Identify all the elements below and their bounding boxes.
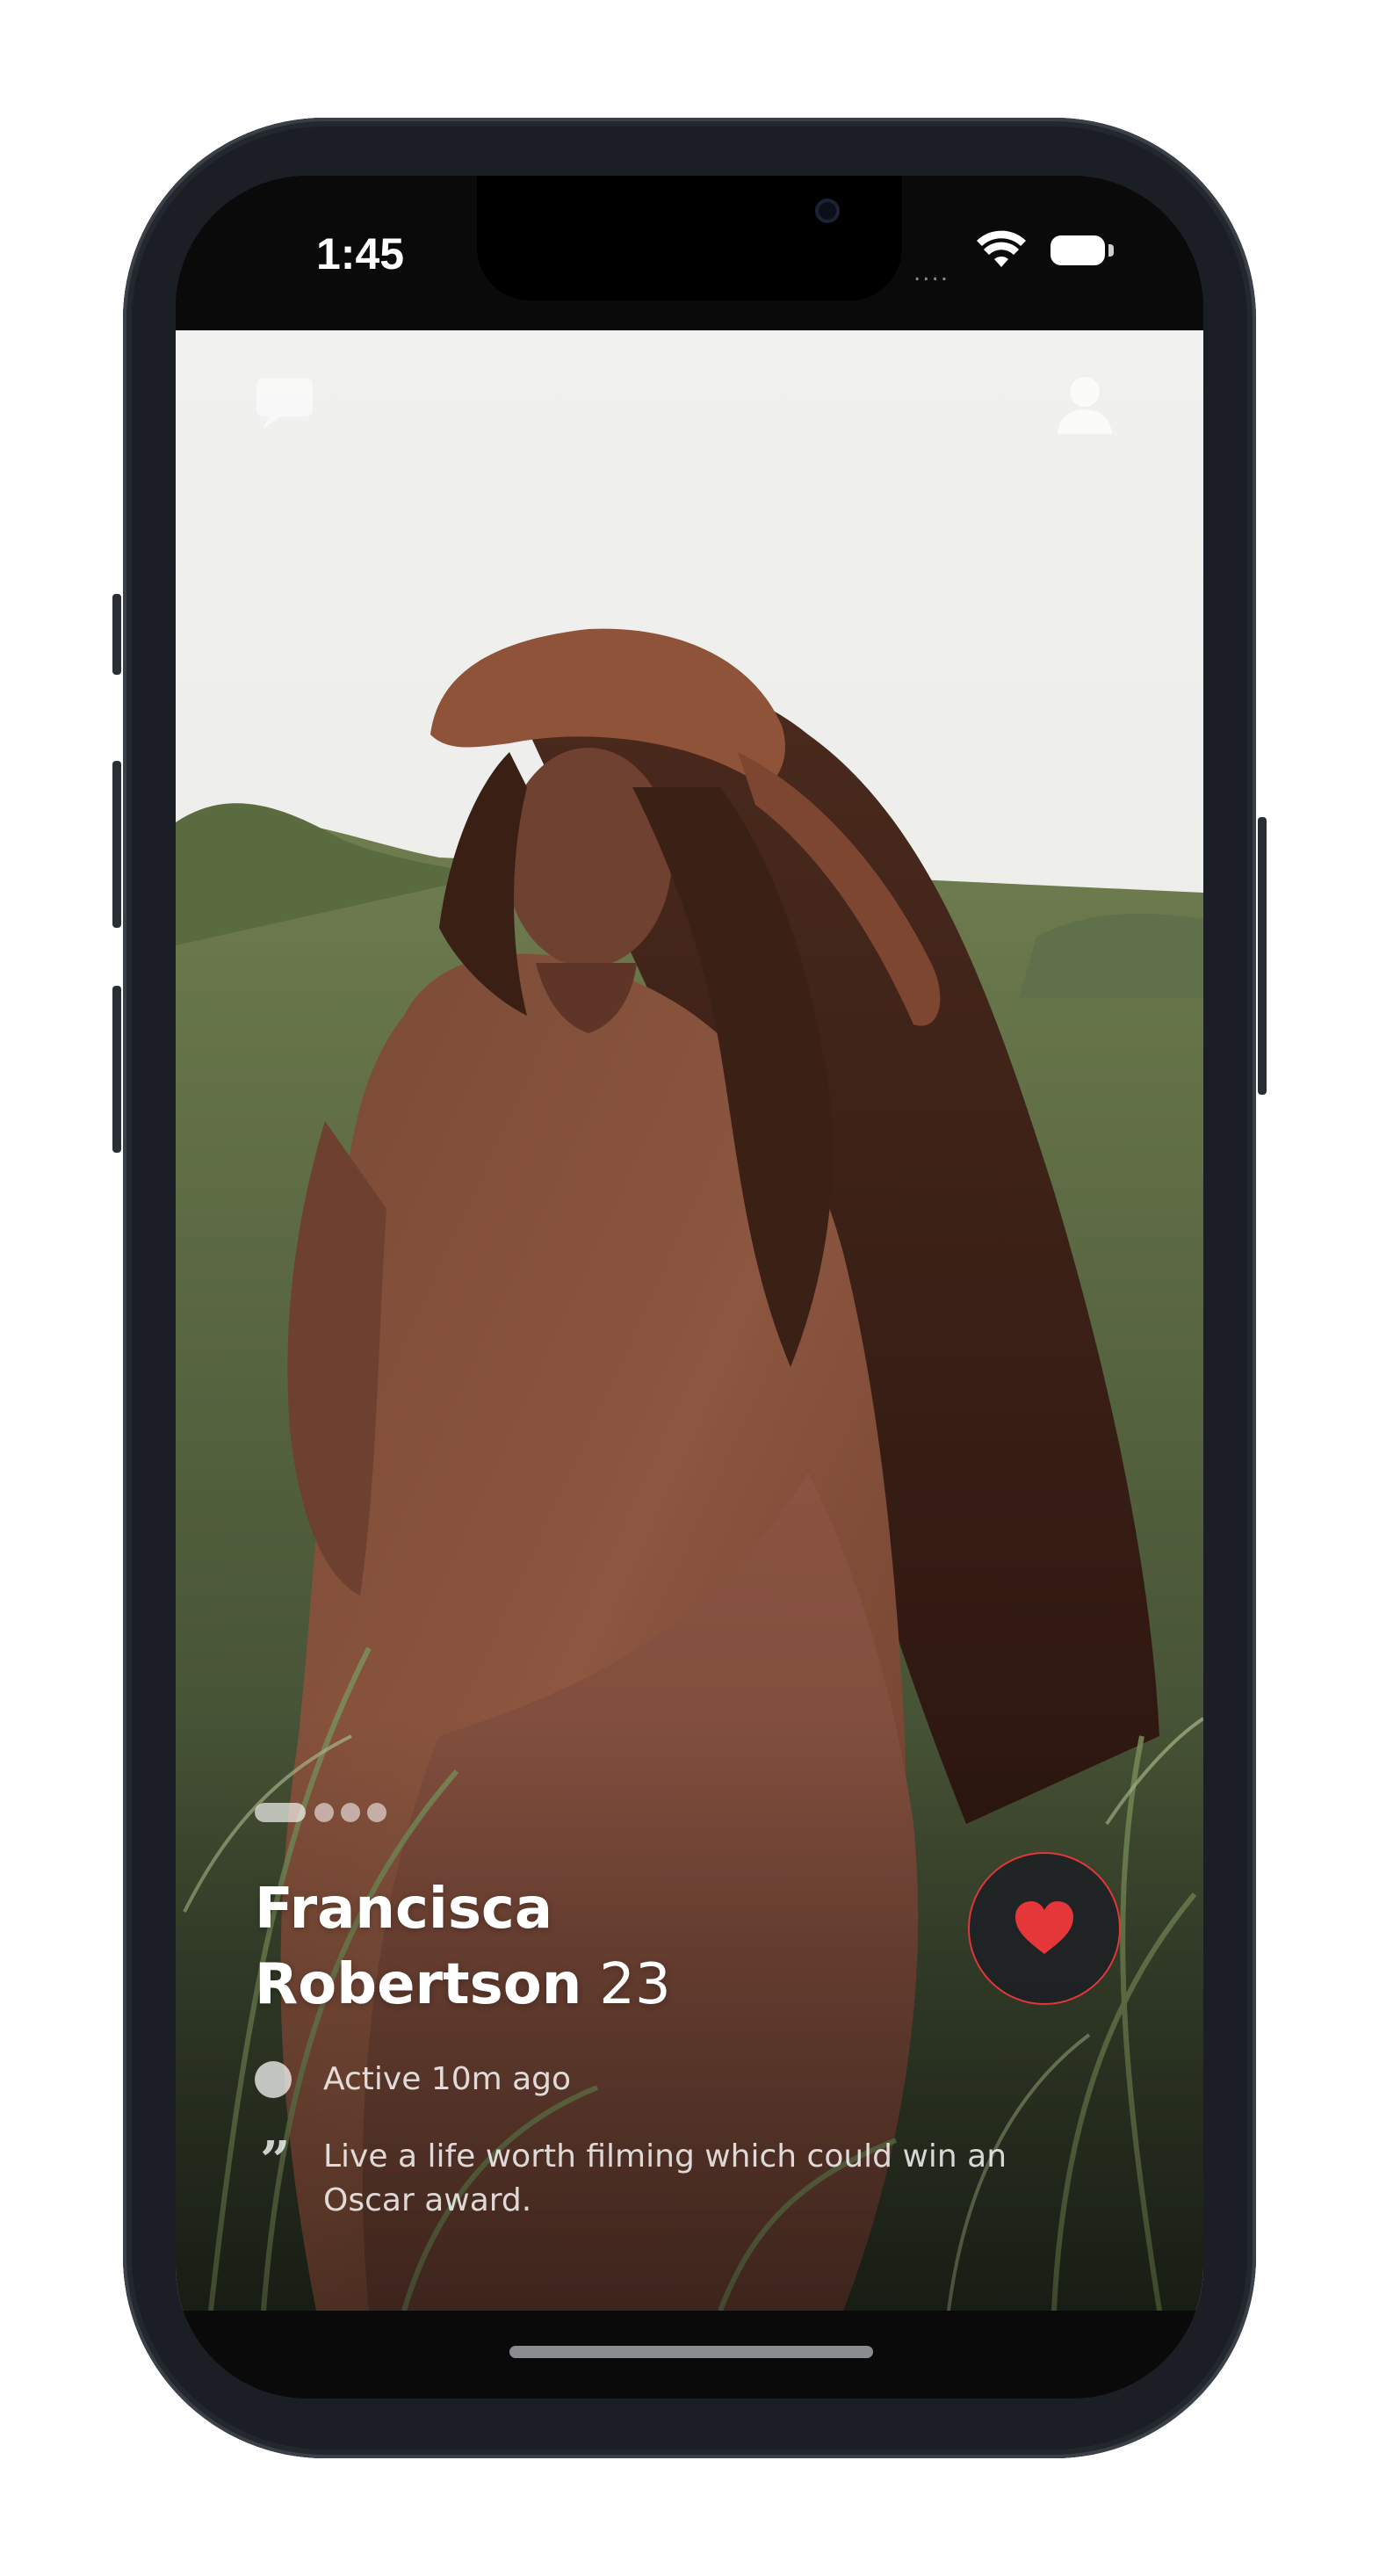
- last-name-row: Robertson 23: [255, 1947, 671, 2022]
- photo-indicator-active[interactable]: [255, 1803, 306, 1822]
- battery-cap: [1108, 244, 1114, 257]
- status-text: Active 10m ago: [323, 2061, 572, 2097]
- battery-icon: [1050, 235, 1105, 265]
- photo-indicator[interactable]: [367, 1803, 386, 1822]
- screen: 1:45 .... Francisca Robertson 23 Active …: [176, 176, 1203, 2399]
- status-bar: 1:45 ....: [176, 176, 1203, 330]
- volume-down-button: [112, 986, 121, 1153]
- quote-icon: ”: [260, 2131, 291, 2192]
- photo-indicator[interactable]: [314, 1803, 334, 1822]
- profile-icon[interactable]: [1054, 374, 1115, 436]
- chat-icon[interactable]: [255, 376, 320, 431]
- last-name: Robertson: [255, 1952, 582, 2017]
- like-button[interactable]: [970, 1854, 1119, 2003]
- wifi-icon: [977, 230, 1026, 267]
- profile-age: 23: [599, 1952, 671, 2017]
- home-indicator[interactable]: [509, 2346, 873, 2358]
- status-indicator: [255, 2061, 292, 2098]
- signal-icon: ....: [913, 260, 950, 286]
- notch: [477, 176, 902, 300]
- profile-name: Francisca Robertson 23: [255, 1871, 671, 2022]
- volume-up-button: [112, 761, 121, 928]
- first-name: Francisca: [255, 1877, 553, 1942]
- mute-switch: [112, 594, 121, 675]
- heart-icon: [1015, 1901, 1073, 1954]
- front-camera: [815, 199, 840, 223]
- profile-bio: Live a life worth filming which could wi…: [323, 2138, 1007, 2218]
- power-button: [1258, 817, 1267, 1095]
- photo-indicator[interactable]: [341, 1803, 360, 1822]
- status-time: 1:45: [316, 229, 405, 279]
